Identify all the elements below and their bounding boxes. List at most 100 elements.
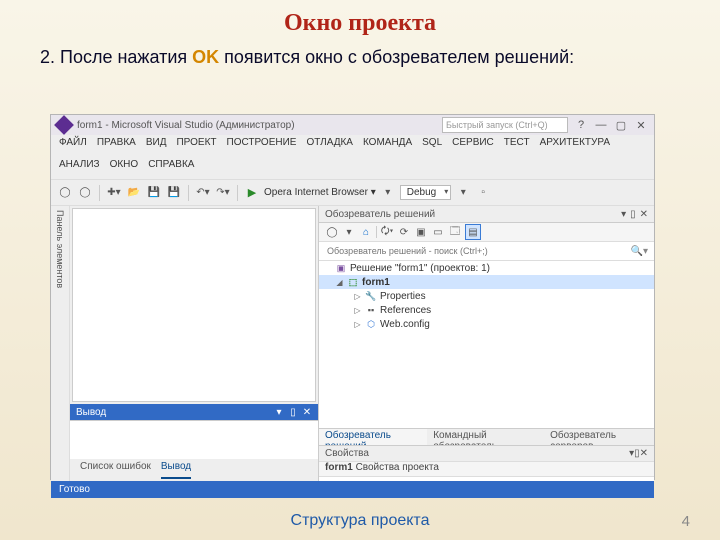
properties-body <box>319 477 654 481</box>
tab-server[interactable]: Обозреватель серверов <box>544 429 654 445</box>
wrench-icon: 🔧 <box>365 290 377 302</box>
solution-toolbar: ◯ ▾ ⌂ 🗘▾ ⟳ ▣ ▭ 🗔 ▤ <box>319 223 654 242</box>
back-icon[interactable]: ◯ <box>57 185 73 201</box>
close-button[interactable]: ✕ <box>634 118 648 132</box>
properties-object: form1 Свойства проекта <box>319 461 654 477</box>
toolbar: ◯ ◯ ✚▾ 📂 💾 💾 ↶▾ ↷▾ ▶ Opera Internet Brow… <box>51 179 654 206</box>
toolbox-label: Панель элементов <box>55 210 65 288</box>
output-title: Вывод <box>76 407 106 418</box>
panel-close-icon[interactable]: ✕ <box>640 209 648 220</box>
home-icon[interactable]: ⌂ <box>359 225 373 239</box>
minimize-button[interactable]: — <box>594 118 608 132</box>
menu-debug[interactable]: ОТЛАДКА <box>306 137 353 155</box>
tab-output[interactable]: Вывод <box>161 461 191 479</box>
solution-search[interactable]: 🔍▾ <box>319 242 654 261</box>
panel-pin-icon[interactable]: ▯ <box>630 209 636 220</box>
slide-title: Окно проекта <box>0 0 720 37</box>
vs-logo-icon <box>54 115 74 135</box>
tree-solution[interactable]: ▣ Решение "form1" (проектов: 1) <box>319 261 654 275</box>
new-icon[interactable]: ✚▾ <box>106 185 122 201</box>
menu-arch[interactable]: АРХИТЕКТУРА <box>540 137 610 155</box>
menu-test[interactable]: ТЕСТ <box>504 137 530 155</box>
preview-icon[interactable]: ▤ <box>465 224 481 240</box>
tab-team[interactable]: Командный обозреватель <box>427 429 544 445</box>
menu-help[interactable]: СПРАВКА <box>148 159 194 177</box>
nav-back-icon[interactable]: ◯ <box>325 225 339 239</box>
view-icon[interactable]: ▭ <box>431 225 445 239</box>
page-number: 4 <box>682 513 690 530</box>
output-header: Вывод ▾ ▯ ✕ <box>70 404 318 420</box>
undo-icon[interactable]: ↶▾ <box>195 185 211 201</box>
solution-explorer-header: Обозреватель решений ▾ ▯ ✕ <box>319 206 654 223</box>
tree-properties[interactable]: ▷🔧 Properties <box>319 289 654 303</box>
vs-window: form1 - Microsoft Visual Studio (Админис… <box>50 114 655 480</box>
refresh-icon[interactable]: ⟳ <box>397 225 411 239</box>
solution-tree: ▣ Решение "form1" (проектов: 1) ◢⬚ form1… <box>319 261 654 428</box>
project-icon: ⬚ <box>347 276 359 288</box>
play-icon[interactable]: ▶ <box>244 185 260 201</box>
properties-header: Свойства ▾ ▯ ✕ <box>319 445 654 461</box>
dropdown2-icon[interactable]: ▾ <box>455 185 471 201</box>
expand-icon[interactable]: ◢ <box>335 278 344 287</box>
tree-webconfig[interactable]: ▷⬡ Web.config <box>319 317 654 331</box>
footer-text: Структура проекта <box>0 512 720 530</box>
bottom-tabstrip: Список ошибок Вывод <box>70 459 318 481</box>
statusbar: Готово <box>51 481 654 498</box>
open-icon[interactable]: 📂 <box>126 185 142 201</box>
menu-analyze[interactable]: АНАЛИЗ <box>59 159 100 177</box>
menubar: ФАЙЛ ПРАВКА ВИД ПРОЕКТ ПОСТРОЕНИЕ ОТЛАДК… <box>51 135 654 157</box>
menu-sql[interactable]: SQL <box>422 137 442 155</box>
expand-icon[interactable]: ▷ <box>353 320 362 329</box>
bullet-text: 2. После нажатия OK появится окно с обоз… <box>40 47 665 68</box>
expand-icon[interactable]: ▷ <box>353 292 362 301</box>
menu-tools[interactable]: СЕРВИС <box>452 137 494 155</box>
titlebar: form1 - Microsoft Visual Studio (Админис… <box>51 115 654 135</box>
status-text: Готово <box>59 484 90 495</box>
output-pin-icon[interactable]: ▯ <box>288 407 298 418</box>
sync-icon[interactable]: 🗘▾ <box>380 225 394 239</box>
panel-dropdown-icon[interactable]: ▾ <box>621 209 626 220</box>
references-icon: ▪▪ <box>365 304 377 316</box>
solution-explorer-title: Обозреватель решений <box>325 209 435 220</box>
menu-view[interactable]: ВИД <box>146 137 167 155</box>
dropdown-icon[interactable]: ▾ <box>380 185 396 201</box>
output-body <box>70 420 318 459</box>
showall-icon[interactable]: ▣ <box>414 225 428 239</box>
menu-team[interactable]: КОМАНДА <box>363 137 412 155</box>
tab-errorlist[interactable]: Список ошибок <box>80 461 151 479</box>
saveall-icon[interactable]: 💾 <box>166 185 182 201</box>
start-target[interactable]: Opera Internet Browser ▾ <box>264 187 376 198</box>
search-icon[interactable]: 🔍▾ <box>631 246 648 257</box>
menubar-2: АНАЛИЗ ОКНО СПРАВКА <box>51 157 654 179</box>
solution-icon: ▣ <box>335 262 347 274</box>
toolbox-rail[interactable]: Панель элементов <box>51 206 70 481</box>
properties-icon[interactable]: 🗔 <box>448 225 462 239</box>
save-icon[interactable]: 💾 <box>146 185 162 201</box>
nav-dropdown-icon[interactable]: ▾ <box>342 225 356 239</box>
config-dropdown[interactable]: Debug <box>400 185 451 200</box>
tree-references[interactable]: ▷▪▪ References <box>319 303 654 317</box>
menu-window[interactable]: ОКНО <box>110 159 139 177</box>
tree-project[interactable]: ◢⬚ form1 <box>319 275 654 289</box>
menu-edit[interactable]: ПРАВКА <box>97 137 136 155</box>
window-title: form1 - Microsoft Visual Studio (Админис… <box>77 120 295 131</box>
menu-file[interactable]: ФАЙЛ <box>59 137 87 155</box>
quick-launch-input[interactable]: Быстрый запуск (Ctrl+Q) <box>442 117 568 133</box>
editor-area <box>72 208 316 402</box>
right-tabs: Обозреватель решений Командный обозреват… <box>319 428 654 445</box>
tab-solution[interactable]: Обозреватель решений <box>319 429 427 445</box>
config-icon: ⬡ <box>365 318 377 330</box>
properties-title: Свойства <box>325 448 369 459</box>
output-dropdown-icon[interactable]: ▾ <box>274 407 284 418</box>
forward-icon[interactable]: ◯ <box>77 185 93 201</box>
menu-project[interactable]: ПРОЕКТ <box>176 137 216 155</box>
menu-build[interactable]: ПОСТРОЕНИЕ <box>227 137 297 155</box>
prop-close-icon[interactable]: ✕ <box>640 448 648 459</box>
maximize-button[interactable]: ▢ <box>614 118 628 132</box>
expand-icon[interactable]: ▷ <box>353 306 362 315</box>
output-close-icon[interactable]: ✕ <box>302 407 312 418</box>
solution-search-input[interactable] <box>325 245 631 257</box>
help-icon[interactable]: ? <box>574 118 588 132</box>
redo-icon[interactable]: ↷▾ <box>215 185 231 201</box>
ext-icon[interactable]: ▫ <box>475 185 491 201</box>
